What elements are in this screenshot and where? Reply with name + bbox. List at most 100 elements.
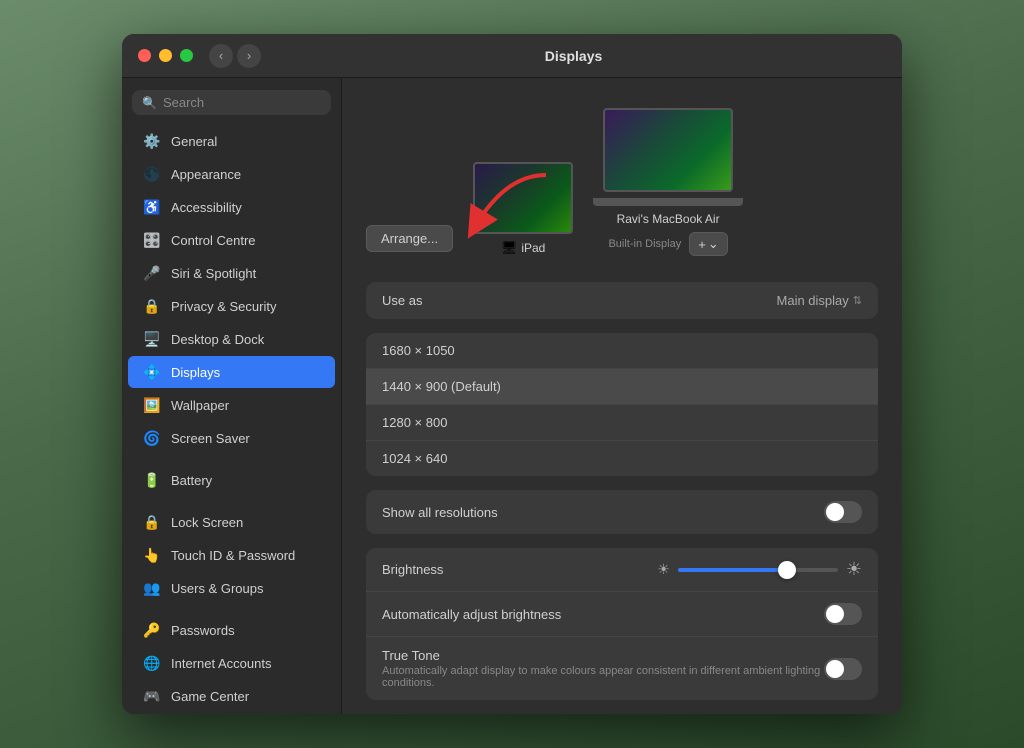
siri-spotlight-icon: 🎤 (142, 263, 162, 283)
sidebar-item-desktop-dock[interactable]: 🖥️ Desktop & Dock (128, 323, 335, 355)
sidebar-item-label-appearance: Appearance (171, 167, 241, 182)
ipad-screen-thumbnail (473, 162, 573, 234)
sidebar-item-internet-accounts[interactable]: 🌐 Internet Accounts (128, 647, 335, 679)
macbook-sublabel: Built-in Display (608, 238, 681, 250)
resolution-value-2: 1280 × 800 (382, 415, 447, 430)
add-display-button[interactable]: + ⌄ (689, 232, 728, 256)
accessibility-icon: ♿ (142, 197, 162, 217)
resolution-item-3[interactable]: 1024 × 640 (366, 441, 878, 476)
sidebar-item-wallet-applepay[interactable]: 💳Wallet & Apple Pay (128, 713, 335, 714)
resolution-item-2[interactable]: 1280 × 800 (366, 405, 878, 441)
sun-bright-icon: ☀ (846, 559, 862, 580)
sidebar-item-touch-id[interactable]: 👆Touch ID & Password (128, 539, 335, 571)
appearance-icon: 🌑 (142, 164, 162, 184)
macbook-screen-thumbnail (603, 108, 733, 192)
close-button[interactable] (138, 49, 151, 62)
sidebar-item-appearance[interactable]: 🌑 Appearance (128, 158, 335, 190)
sidebar: 🔍 ⚙️ General 🌑 Appearance ♿Accessibility 🎛️ Co… (122, 78, 342, 714)
macbook-label: Ravi's MacBook Air (617, 212, 720, 226)
ipad-display: 🖥 iPad (473, 162, 573, 256)
sidebar-item-accessibility[interactable]: ♿Accessibility (128, 191, 335, 223)
brightness-slider[interactable] (678, 568, 838, 572)
window-title: Displays (261, 48, 886, 64)
use-as-row: Use as Main display ⇅ (366, 282, 878, 319)
true-tone-sublabel: Automatically adapt display to make colo… (382, 665, 824, 689)
sidebar-item-lock-screen[interactable]: 🔒 Lock Screen (128, 506, 335, 538)
brightness-slider-container: ☀ ☀ (622, 559, 862, 580)
sidebar-item-control-centre[interactable]: 🎛️ Control Centre (128, 224, 335, 256)
brightness-section: Brightness ☀ ☀ Automatically adjust brig… (366, 548, 878, 700)
titlebar: ‹ › Displays (122, 34, 902, 78)
macbook-display: Ravi's MacBook Air Built-in Display + ⌄ (593, 108, 743, 256)
sun-dim-icon: ☀ (657, 561, 670, 578)
displays-icon: 💠 (142, 362, 162, 382)
sidebar-item-siri-spotlight[interactable]: 🎤Siri & Spotlight (128, 257, 335, 289)
plus-icon: + (698, 237, 706, 252)
sidebar-item-label-users-groups: Users & Groups (171, 581, 263, 596)
resolution-list: 1680 × 1050 1440 × 900 (Default) 1280 × … (366, 333, 878, 476)
sidebar-item-label-general: General (171, 134, 217, 149)
sidebar-item-label-privacy-security: Privacy & Security (171, 299, 276, 314)
sidebar-item-privacy-security[interactable]: 🔒 Privacy & Security (128, 290, 335, 322)
general-icon: ⚙️ (142, 131, 162, 151)
sidebar-item-label-passwords: Passwords (171, 623, 235, 638)
true-tone-toggle[interactable] (824, 658, 862, 680)
sidebar-item-label-battery: Battery (171, 473, 212, 488)
lock-screen-icon: 🔒 (142, 512, 162, 532)
sidebar-item-users-groups[interactable]: 👥Users & Groups (128, 572, 335, 604)
traffic-lights (138, 49, 193, 62)
forward-button[interactable]: › (237, 44, 261, 68)
resolution-item-0[interactable]: 1680 × 1050 (366, 333, 878, 369)
desktop-dock-icon: 🖥️ (142, 329, 162, 349)
passwords-icon: 🔑 (142, 620, 162, 640)
brightness-thumb[interactable] (778, 561, 796, 579)
wallpaper-icon: 🖼️ (142, 395, 162, 415)
true-tone-label: True Tone (382, 648, 824, 663)
sidebar-item-label-lock-screen: Lock Screen (171, 515, 243, 530)
sidebar-item-wallpaper[interactable]: 🖼️ Wallpaper (128, 389, 335, 421)
screen-saver-icon: 🌀 (142, 428, 162, 448)
resolution-value-1: 1440 × 900 (Default) (382, 379, 501, 394)
chevron-down-icon: ⌄ (708, 236, 719, 252)
sidebar-item-label-desktop-dock: Desktop & Dock (171, 332, 264, 347)
sidebar-item-label-screen-saver: Screen Saver (171, 431, 250, 446)
sidebar-item-displays[interactable]: 💠Displays (128, 356, 335, 388)
sidebar-item-screen-saver[interactable]: 🌀 Screen Saver (128, 422, 335, 454)
brightness-row: Brightness ☀ ☀ (366, 548, 878, 592)
minimize-button[interactable] (159, 49, 172, 62)
main-panel: Arrange... 🖥 iPad Ravi's MacBook Air Bui… (342, 78, 902, 714)
sidebar-item-label-game-center: Game Center (171, 689, 249, 704)
internet-accounts-icon: 🌐 (142, 653, 162, 673)
use-as-value[interactable]: Main display ⇅ (777, 293, 862, 308)
arrange-button[interactable]: Arrange... (366, 225, 453, 252)
show-all-toggle[interactable] (824, 501, 862, 523)
resolution-item-1[interactable]: 1440 × 900 (Default) (366, 369, 878, 405)
sidebar-item-label-touch-id: Touch ID & Password (171, 548, 295, 563)
sidebar-item-battery[interactable]: 🔋 Battery (128, 464, 335, 496)
show-all-label: Show all resolutions (382, 505, 824, 520)
sidebar-item-game-center[interactable]: 🎮 Game Center (128, 680, 335, 712)
use-as-label: Use as (382, 293, 777, 308)
back-button[interactable]: ‹ (209, 44, 233, 68)
stepper-icon: ⇅ (853, 294, 862, 307)
auto-brightness-label: Automatically adjust brightness (382, 607, 824, 622)
brightness-label: Brightness (382, 562, 622, 577)
control-centre-icon: 🎛️ (142, 230, 162, 250)
displays-area: Arrange... 🖥 iPad Ravi's MacBook Air Bui… (366, 98, 878, 266)
auto-brightness-toggle[interactable] (824, 603, 862, 625)
search-bar[interactable]: 🔍 (132, 90, 331, 115)
use-as-value-text: Main display (777, 293, 849, 308)
game-center-icon: 🎮 (142, 686, 162, 706)
sidebar-item-label-control-centre: Control Centre (171, 233, 256, 248)
sidebar-item-general[interactable]: ⚙️ General (128, 125, 335, 157)
sidebar-item-label-internet-accounts: Internet Accounts (171, 656, 271, 671)
sidebar-item-label-wallpaper: Wallpaper (171, 398, 229, 413)
auto-brightness-row: Automatically adjust brightness (366, 592, 878, 637)
privacy-security-icon: 🔒 (142, 296, 162, 316)
search-input[interactable] (163, 95, 321, 110)
true-tone-row: True Tone Automatically adapt display to… (366, 637, 878, 700)
maximize-button[interactable] (180, 49, 193, 62)
show-all-section: Show all resolutions (366, 490, 878, 534)
battery-icon: 🔋 (142, 470, 162, 490)
sidebar-item-passwords[interactable]: 🔑 Passwords (128, 614, 335, 646)
